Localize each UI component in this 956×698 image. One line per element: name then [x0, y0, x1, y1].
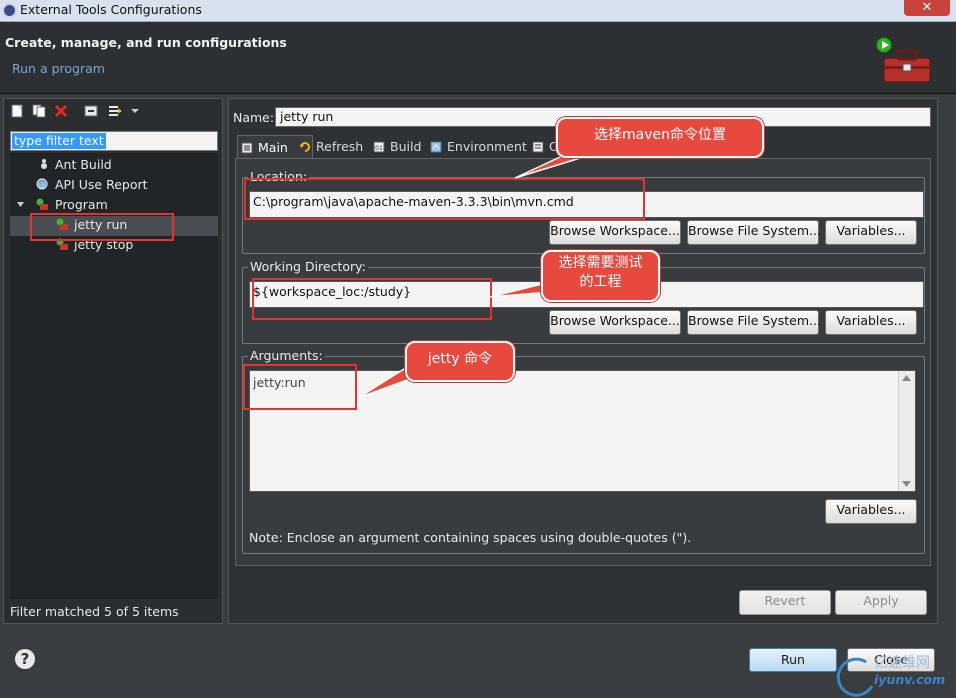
- tab-label: Refresh: [316, 139, 364, 154]
- new-config-icon[interactable]: [10, 104, 24, 118]
- callout-maven-location: 选择maven命令位置: [556, 117, 764, 158]
- environment-icon: [430, 141, 442, 153]
- run-icon: [876, 37, 892, 53]
- tree-item-label: Program: [55, 197, 108, 212]
- apply-button[interactable]: Apply: [835, 590, 927, 615]
- svg-text:@: @: [39, 181, 46, 189]
- tree-item-program[interactable]: Program: [16, 195, 108, 215]
- expand-triangle-icon[interactable]: [16, 198, 26, 210]
- header-title: Create, manage, and run configurations: [5, 35, 287, 50]
- filter-config-icon[interactable]: [108, 104, 122, 118]
- watermark-text: 亿速维网: [874, 655, 930, 671]
- app-icon: [2, 3, 17, 18]
- tab-build[interactable]: 01 Build: [370, 135, 421, 159]
- tree-item-ant-build[interactable]: Ant Build: [38, 155, 112, 175]
- main-tab-icon: [241, 142, 253, 154]
- workdir-browse-file-system-button[interactable]: Browse File System...: [687, 310, 821, 335]
- tree-item-label: API Use Report: [55, 177, 148, 192]
- scroll-up-icon[interactable]: [902, 375, 911, 381]
- collapse-all-icon[interactable]: [84, 104, 98, 118]
- common-tab-icon: [532, 141, 544, 153]
- tab-label: Environment: [447, 139, 527, 154]
- filter-input[interactable]: type filter text: [10, 131, 218, 151]
- tab-label: Main: [258, 140, 288, 155]
- help-icon[interactable]: ?: [15, 649, 35, 669]
- filter-placeholder: type filter text: [12, 133, 106, 149]
- arguments-note: Note: Enclose an argument containing spa…: [249, 530, 692, 545]
- highlight-jetty-run: [30, 213, 174, 241]
- watermark-url: iyunv.com: [874, 672, 946, 687]
- arguments-variables-button[interactable]: Variables...: [825, 499, 917, 524]
- watermark-logo-icon: [836, 657, 874, 697]
- refresh-icon: [300, 142, 310, 152]
- report-icon: @: [36, 178, 48, 190]
- callout-line: 选择需要测试: [558, 255, 643, 271]
- dialog-header: [0, 22, 956, 94]
- location-variables-button[interactable]: Variables...: [825, 220, 917, 245]
- toolbox-icon: [883, 49, 931, 83]
- run-button[interactable]: Run: [749, 648, 837, 672]
- config-toolbar: [10, 104, 210, 122]
- tab-label: Build: [390, 139, 422, 154]
- location-browse-file-system-button[interactable]: Browse File System...: [687, 220, 821, 245]
- callout-line: 的工程: [579, 274, 622, 290]
- svg-text:01: 01: [375, 145, 383, 152]
- delete-config-icon[interactable]: [54, 104, 68, 118]
- highlight-location: [244, 178, 645, 220]
- workdir-variables-button[interactable]: Variables...: [825, 310, 917, 335]
- build-icon: 01: [373, 141, 385, 153]
- duplicate-config-icon[interactable]: [32, 104, 46, 118]
- callout-jetty-command: jetty 命令: [405, 341, 515, 382]
- arguments-label: Arguments:: [248, 348, 325, 363]
- tree-item-api-use-report[interactable]: @ API Use Report: [36, 175, 148, 195]
- tab-environment[interactable]: Environment: [427, 135, 527, 159]
- tab-common[interactable]: C: [529, 135, 558, 159]
- working-directory-label: Working Directory:: [248, 259, 368, 274]
- header-subtitle: Run a program: [12, 61, 105, 76]
- name-label: Name:: [233, 110, 275, 125]
- ant-icon: [41, 159, 47, 169]
- tab-refresh[interactable]: Refresh: [296, 135, 363, 159]
- callout-working-directory: 选择需要测试 的工程: [541, 250, 660, 302]
- window-close-button[interactable]: ✕: [904, 0, 950, 16]
- scroll-down-icon[interactable]: [902, 481, 911, 487]
- arguments-scrollbar[interactable]: [898, 371, 915, 491]
- workdir-browse-workspace-button[interactable]: Browse Workspace...: [549, 310, 681, 335]
- location-browse-workspace-button[interactable]: Browse Workspace...: [549, 220, 681, 245]
- chevron-down-icon[interactable]: [130, 104, 140, 118]
- highlight-working-directory: [252, 278, 492, 320]
- window-title: External Tools Configurations: [20, 2, 202, 17]
- program-icon: [36, 198, 48, 210]
- revert-button[interactable]: Revert: [739, 590, 831, 615]
- highlight-arguments: [243, 364, 357, 410]
- tree-item-label: Ant Build: [55, 157, 112, 172]
- watermark: 亿速维网 iyunv.com: [830, 652, 956, 698]
- filter-status: Filter matched 5 of 5 items: [10, 604, 179, 619]
